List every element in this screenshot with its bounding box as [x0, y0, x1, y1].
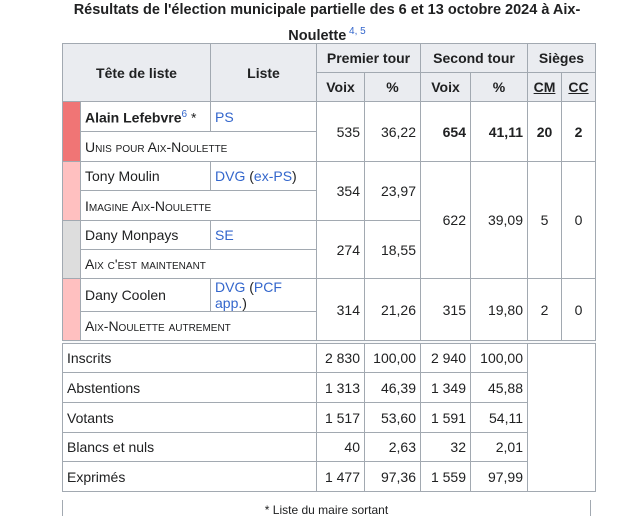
- stats-votes-1: 40: [316, 432, 365, 462]
- party-color-swatch: [62, 161, 81, 221]
- party-color-swatch: [62, 101, 81, 162]
- table-row: Alain Lefebvre6 * PS 535 36,22 654 41,11…: [62, 101, 596, 162]
- merged-cc-cell: 0: [561, 161, 596, 279]
- stats-row: Blancs et nuls 40 2,63 32 2,01: [62, 432, 596, 462]
- head-of-list-cell: Dany Coolen: [80, 278, 211, 312]
- party-color-swatch: [62, 220, 81, 279]
- pct-1-cell: 36,22: [364, 101, 421, 162]
- list-name-cell: Aix-Noulette autrement: [80, 311, 317, 341]
- votes-2-cell: 315: [420, 278, 471, 341]
- header-first-round: Premier tour: [316, 43, 421, 73]
- stats-pct-2: 100,00: [470, 343, 528, 373]
- header-list: Liste: [210, 43, 317, 102]
- stats-row: Abstentions 1 313 46,39 1 349 45,88: [62, 372, 596, 403]
- stats-pct-2: 45,88: [470, 372, 528, 403]
- votes-1-cell: 274: [316, 220, 365, 279]
- header-cc[interactable]: CC: [561, 72, 596, 102]
- ref-link[interactable]: 6: [181, 109, 187, 120]
- cc-cell: 0: [561, 278, 596, 341]
- stats-row: Votants 1 517 53,60 1 591 54,11: [62, 402, 596, 433]
- head-of-list-cell: Tony Moulin: [80, 161, 211, 191]
- stats-empty-cell: [527, 343, 596, 492]
- pct-2-cell: 19,80: [470, 278, 528, 341]
- header-second-round: Second tour: [420, 43, 528, 73]
- header-percent-2: %: [470, 72, 528, 102]
- list-name-cell: Aix c'est maintenant: [80, 249, 317, 279]
- cm-cell: 2: [527, 278, 562, 341]
- party-cell: DVG (ex-PS): [210, 161, 317, 191]
- stats-pct-2: 2,01: [470, 432, 528, 462]
- table-caption: Résultats de l'élection municipale parti…: [62, 0, 592, 47]
- party-cell: PS: [210, 101, 317, 132]
- stats-pct-1: 53,60: [364, 402, 421, 433]
- pct-1-cell: 21,26: [364, 278, 421, 341]
- votes-1-cell: 314: [316, 278, 365, 341]
- pct-2-cell: 41,11: [470, 101, 528, 162]
- stats-votes-2: 1 349: [420, 372, 471, 403]
- party-link[interactable]: DVG: [215, 168, 245, 184]
- header-head-of-list: Tête de liste: [62, 43, 211, 102]
- caption-refs-link[interactable]: 4, 5: [349, 26, 366, 37]
- header-votes-2: Voix: [420, 72, 471, 102]
- stats-pct-2: 97,99: [470, 461, 528, 492]
- stats-votes-1: 1 517: [316, 402, 365, 433]
- stats-label: Votants: [62, 402, 317, 433]
- votes-1-cell: 354: [316, 161, 365, 221]
- pct-1-cell: 18,55: [364, 220, 421, 279]
- stats-label: Abstentions: [62, 372, 317, 403]
- election-results-table: Tête de liste Liste Premier tour Second …: [62, 43, 596, 492]
- list-name-cell: Imagine Aix-Noulette: [80, 190, 317, 221]
- table-row: Dany Coolen DVG (PCF app.) 314 21,26 315…: [62, 278, 596, 341]
- stats-votes-1: 1 477: [316, 461, 365, 492]
- stats-votes-2: 32: [420, 432, 471, 462]
- party-cell: DVG (PCF app.): [210, 278, 317, 312]
- stats-votes-2: 1 591: [420, 402, 471, 433]
- stats-pct-2: 54,11: [470, 402, 528, 433]
- merged-votes-2-cell: 622: [420, 161, 471, 279]
- stats-votes-1: 1 313: [316, 372, 365, 403]
- header-percent-1: %: [364, 72, 421, 102]
- merged-pct-2-cell: 39,09: [470, 161, 528, 279]
- list-name-cell: Unis pour Aix-Noulette: [80, 131, 317, 162]
- stats-label: Blancs et nuls: [62, 432, 317, 462]
- head-of-list-cell: Dany Monpays: [80, 220, 211, 250]
- party-link[interactable]: SE: [215, 227, 234, 243]
- stats-row: Exprimés 1 477 97,36 1 559 97,99: [62, 461, 596, 492]
- party-cell: SE: [210, 220, 317, 250]
- head-of-list-cell: Alain Lefebvre6 *: [80, 101, 211, 132]
- stats-votes-1: 2 830: [316, 343, 365, 373]
- pct-1-cell: 23,97: [364, 161, 421, 221]
- stats-pct-1: 46,39: [364, 372, 421, 403]
- party-link[interactable]: PS: [215, 109, 234, 125]
- table-row: Tony Moulin DVG (ex-PS) 354 23,97 622 39…: [62, 161, 596, 279]
- merged-cm-cell: 5: [527, 161, 562, 279]
- party-color-swatch: [62, 278, 81, 341]
- stats-pct-1: 2,63: [364, 432, 421, 462]
- votes-1-cell: 535: [316, 101, 365, 162]
- party-note-link[interactable]: ex-PS: [254, 168, 292, 184]
- stats-pct-1: 97,36: [364, 461, 421, 492]
- stats-votes-2: 1 559: [420, 461, 471, 492]
- outgoing-mayor-mark: *: [190, 109, 197, 126]
- header-cm[interactable]: CM: [527, 72, 562, 102]
- party-link[interactable]: DVG: [215, 279, 245, 295]
- stats-label: Exprimés: [62, 461, 317, 492]
- stats-label: Inscrits: [62, 343, 317, 373]
- cc-cell: 2: [561, 101, 596, 162]
- votes-2-cell: 654: [420, 101, 471, 162]
- header-seats: Sièges: [527, 43, 596, 73]
- stats-pct-1: 100,00: [364, 343, 421, 373]
- stats-row: Inscrits 2 830 100,00 2 940 100,00: [62, 343, 596, 492]
- head-of-list-link[interactable]: Alain Lefebvre: [85, 110, 181, 126]
- header-votes-1: Voix: [316, 72, 365, 102]
- table-footnote: * Liste du maire sortant: [62, 500, 591, 517]
- cm-cell: 20: [527, 101, 562, 162]
- stats-votes-2: 2 940: [420, 343, 471, 373]
- caption-title: Résultats de l'élection municipale parti…: [73, 2, 581, 44]
